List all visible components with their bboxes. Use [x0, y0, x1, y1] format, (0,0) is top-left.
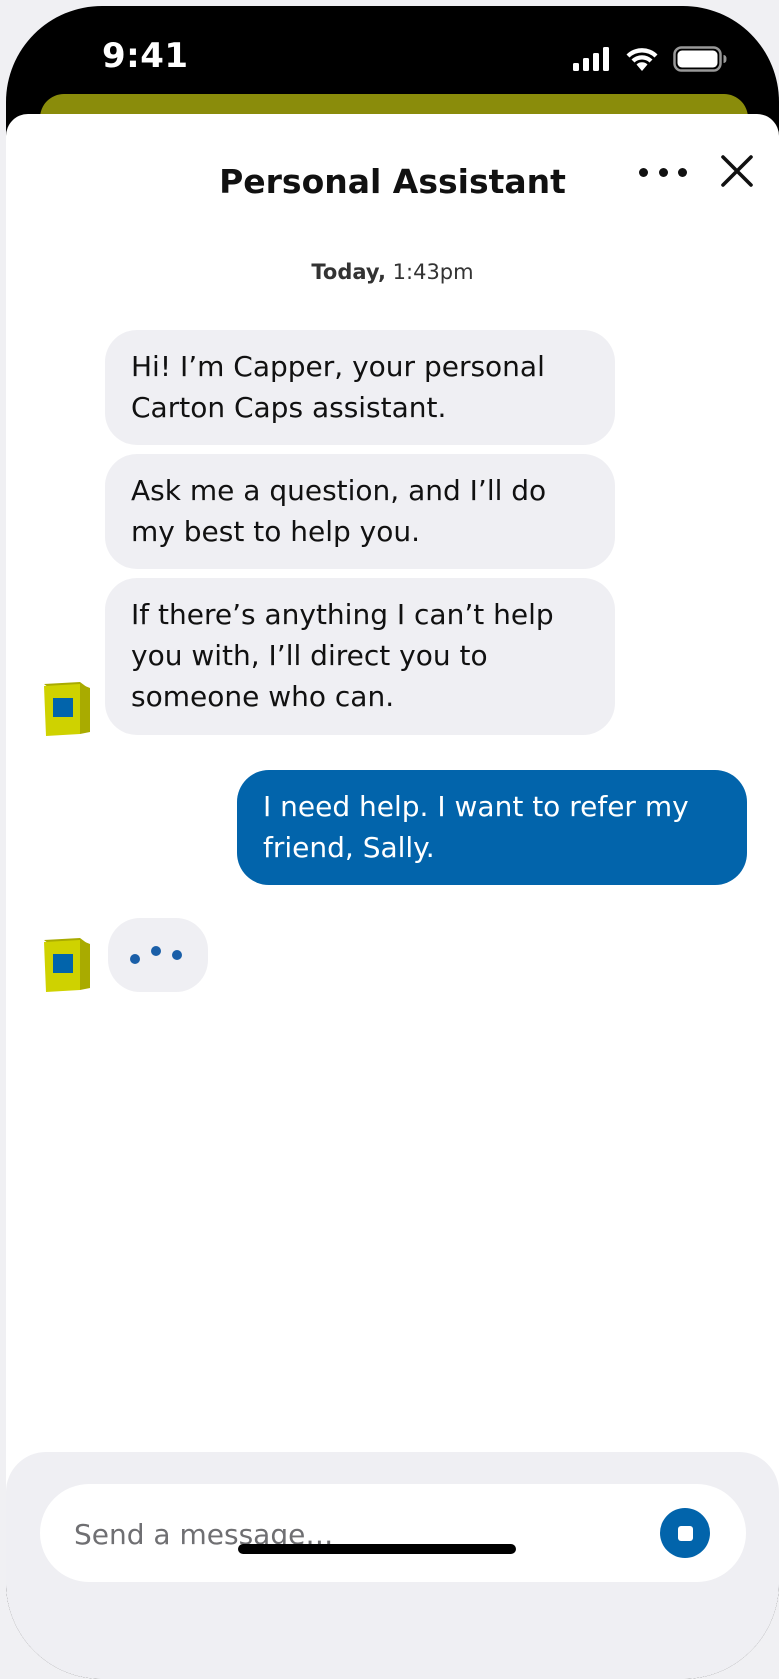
timestamp-time: 1:43pm — [392, 260, 474, 284]
bot-message: Hi! I’m Capper, your personal Carton Cap… — [105, 330, 615, 445]
status-time: 9:41 — [102, 36, 189, 76]
typing-dot — [151, 946, 161, 956]
typing-dot — [172, 950, 182, 960]
more-options-button[interactable] — [639, 160, 687, 184]
composer-area — [6, 1452, 779, 1679]
timestamp-day: Today, — [311, 260, 386, 284]
more-horizontal-icon — [639, 167, 648, 177]
message-composer — [40, 1484, 746, 1584]
phone-frame: 9:41 Personal Assistant Today, 1:43pm Hi… — [6, 6, 779, 1679]
signal-icon — [573, 47, 609, 71]
carton-box-icon — [44, 682, 90, 736]
wifi-icon — [626, 48, 658, 71]
status-icons — [573, 46, 727, 72]
close-icon[interactable] — [720, 154, 754, 188]
typing-dot — [130, 954, 140, 964]
bot-message: If there’s anything I can’t help you wit… — [105, 578, 615, 735]
typing-indicator — [108, 918, 208, 992]
conversation-timestamp: Today, 1:43pm — [6, 260, 779, 284]
more-horizontal-icon-dot — [678, 167, 687, 177]
message-input[interactable] — [72, 1484, 636, 1584]
status-bar: 9:41 — [6, 6, 779, 106]
bot-message: Ask me a question, and I’ll do my best t… — [105, 454, 615, 569]
battery-icon — [673, 46, 727, 72]
stop-icon — [677, 1525, 693, 1541]
user-message: I need help. I want to refer my friend, … — [237, 770, 747, 885]
carton-box-icon — [44, 938, 90, 992]
home-indicator — [238, 1544, 516, 1554]
stop-button[interactable] — [660, 1508, 710, 1558]
chat-sheet: Personal Assistant Today, 1:43pm Hi! I’m… — [6, 114, 779, 1679]
more-horizontal-icon-dot — [658, 167, 668, 177]
